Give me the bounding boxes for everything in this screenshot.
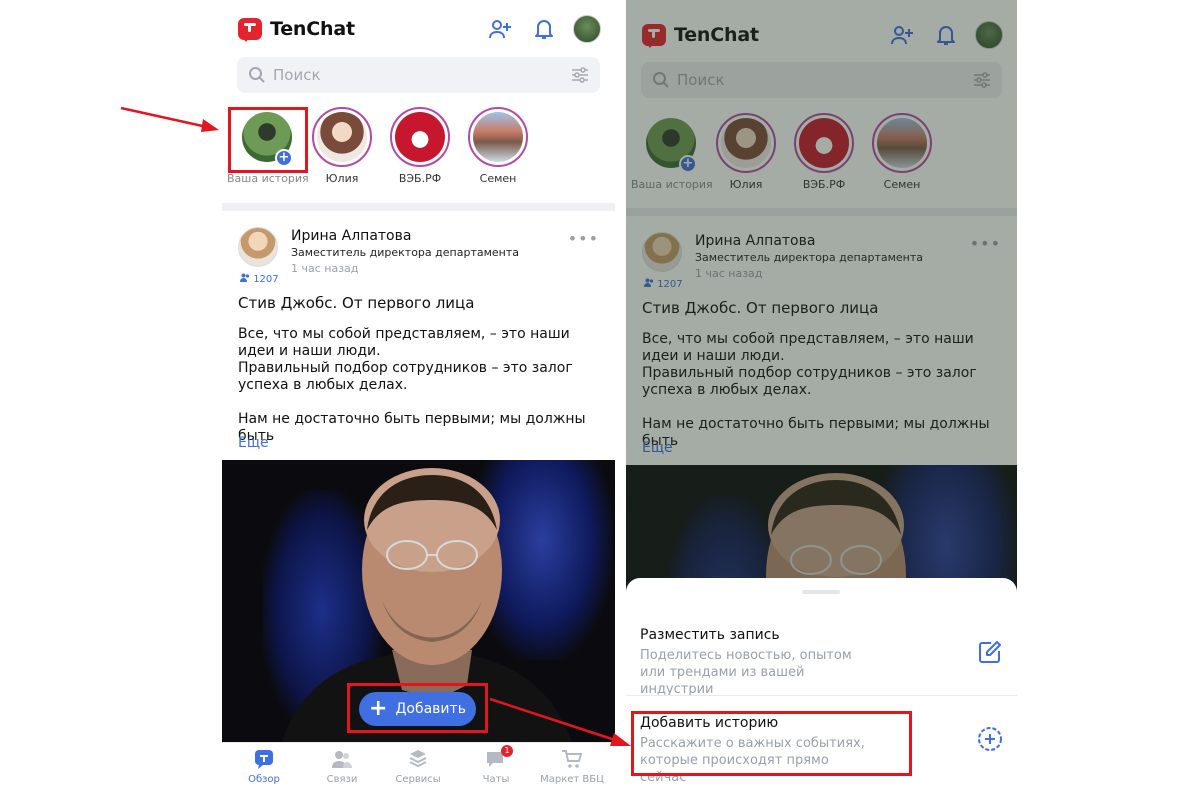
tab-contacts[interactable]: Связи — [303, 749, 381, 785]
overview-icon — [253, 749, 275, 769]
feed-screen-with-sheet: TenChat Поиск + Ваша история Юлия ВЭБ.РФ… — [626, 0, 1017, 800]
story-label: Ваша история — [227, 172, 309, 185]
search-input[interactable]: Поиск — [273, 66, 321, 84]
notifications-bell-icon[interactable] — [529, 14, 559, 44]
profile-avatar[interactable] — [573, 15, 601, 43]
post-time: 1 час назад — [291, 262, 359, 275]
add-contact-icon[interactable] — [485, 14, 515, 44]
tab-services[interactable]: Сервисы — [379, 749, 457, 785]
author-avatar[interactable] — [238, 227, 278, 267]
annotation-arrow — [489, 697, 631, 746]
post-body: Все, что мы собой представляем, – это на… — [238, 326, 605, 462]
more-options-icon[interactable]: ••• — [568, 229, 599, 248]
tab-overview[interactable]: Обзор — [225, 749, 303, 785]
story-item[interactable]: ВЭБ.РФ — [380, 107, 460, 185]
story-item[interactable]: Юлия — [302, 107, 382, 185]
feed-post: 1207 Ирина Алпатова Заместитель директор… — [222, 211, 615, 461]
post-title: Стив Джобс. От первого лица — [238, 294, 475, 312]
annotation-highlight-add-button — [347, 683, 488, 733]
post-paragraph: Нам не достаточно быть первыми; мы должн… — [238, 411, 586, 444]
author-name[interactable]: Ирина Алпатова — [291, 228, 411, 244]
annotation-arrow — [120, 106, 219, 132]
post-paragraph: Все, что мы собой представляем, – это на… — [238, 326, 573, 393]
header: TenChat — [238, 14, 601, 48]
story-label: Семен — [479, 172, 517, 185]
app-logo: TenChat — [238, 18, 355, 42]
filter-icon[interactable] — [570, 65, 590, 89]
feed-divider — [222, 203, 615, 211]
sheet-item-title: Разместить запись — [640, 627, 780, 643]
tenchat-logo-icon — [238, 18, 262, 42]
annotation-highlight-own-story — [228, 107, 308, 173]
services-icon — [407, 749, 429, 769]
story-item[interactable]: Семен — [458, 107, 538, 185]
sheet-item-subtitle: Поделитесь новостью, опытом или трендами… — [640, 648, 852, 697]
story-label: Юлия — [325, 172, 359, 185]
sheet-grab-handle[interactable] — [802, 590, 840, 594]
story-label: ВЭБ.РФ — [398, 172, 442, 185]
search-bar[interactable]: Поиск — [237, 57, 600, 93]
edit-icon — [977, 639, 1003, 665]
annotation-highlight-add-story — [631, 711, 912, 776]
contacts-icon — [331, 749, 353, 769]
app-name: TenChat — [270, 18, 355, 40]
followers-count: 1207 — [240, 273, 279, 285]
search-icon — [248, 66, 266, 88]
author-role: Заместитель директора департамента — [291, 246, 519, 259]
add-circle-icon — [977, 726, 1003, 752]
read-more-link[interactable]: Еще — [238, 435, 269, 451]
sheet-divider — [626, 695, 1017, 696]
